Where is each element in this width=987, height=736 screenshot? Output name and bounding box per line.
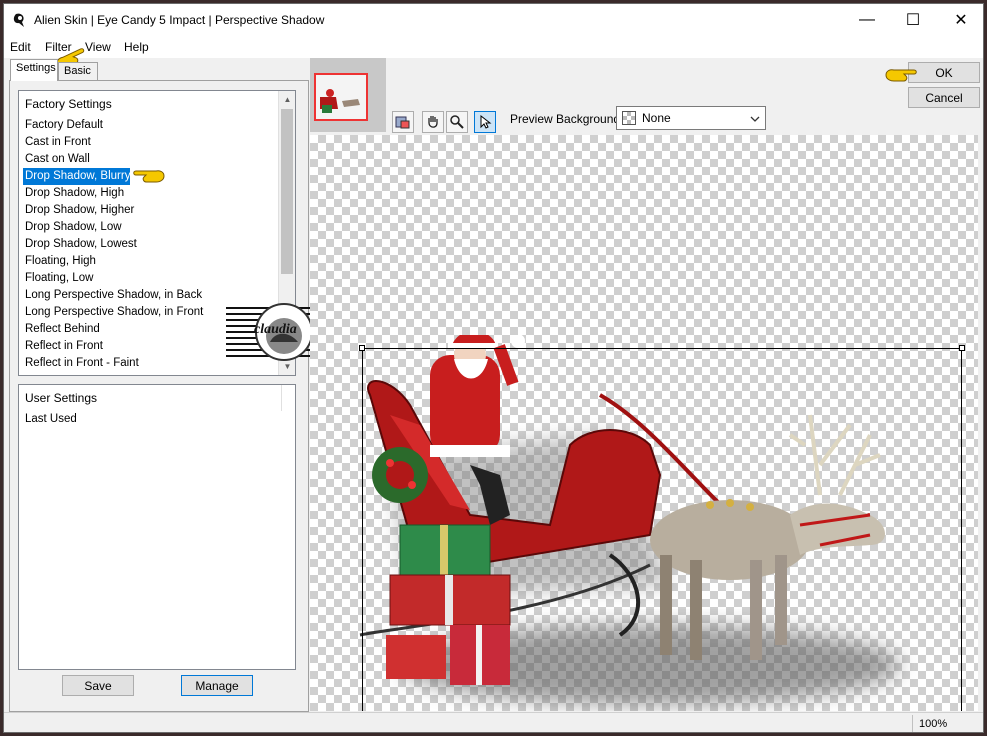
list-item-selected[interactable]: Drop Shadow, Blurry (23, 168, 131, 185)
menu-edit[interactable]: Edit (10, 40, 31, 54)
ok-button[interactable]: OK (908, 62, 980, 83)
user-settings-list[interactable]: User Settings Last Used (18, 384, 296, 670)
manage-button[interactable]: Manage (181, 675, 253, 696)
scroll-thumb[interactable] (281, 109, 293, 274)
list-item[interactable]: Reflect in Front - Faint (23, 355, 139, 372)
tab-settings[interactable]: Settings (10, 59, 58, 81)
zoom-tool-button[interactable] (446, 111, 468, 133)
pointer-tool-button[interactable] (474, 111, 496, 133)
list-item[interactable]: Floating, Low (23, 270, 93, 287)
list-item[interactable]: Long Perspective Shadow, in Back (23, 287, 202, 304)
selection-bounding-box[interactable] (359, 345, 965, 711)
navigator-tool-icon (395, 116, 410, 129)
app-icon (13, 13, 24, 27)
scroll-up-icon[interactable]: ▲ (279, 91, 296, 108)
chevron-down-icon (750, 116, 760, 122)
save-button[interactable]: Save (62, 675, 134, 696)
list-item[interactable]: Long Perspective Shadow, in Front (23, 304, 203, 321)
list-item[interactable]: Drop Shadow, Higher (23, 202, 134, 219)
list-item[interactable]: Drop Shadow, High (23, 185, 124, 202)
navigator-viewport[interactable] (314, 73, 368, 121)
background-swatch (622, 111, 636, 125)
preview-canvas[interactable] (310, 135, 978, 711)
close-icon: ✕ (954, 12, 968, 29)
user-settings-items: Last Used (23, 411, 279, 428)
maximize-icon: ☐ (905, 12, 921, 29)
resize-handle[interactable] (359, 345, 365, 351)
maximize-button[interactable]: ☐ (890, 4, 936, 36)
zoom-tool-icon (450, 115, 464, 129)
navigator-preview-image (316, 75, 366, 119)
cancel-button[interactable]: Cancel (908, 87, 980, 108)
yellow-hand-pointer-icon (133, 170, 165, 183)
list-item[interactable]: Floating, High (23, 253, 96, 270)
zoom-level: 100% (912, 715, 978, 732)
list-item[interactable]: Drop Shadow, Low (23, 219, 122, 236)
window-title: Alien Skin | Eye Candy 5 Impact | Perspe… (34, 13, 325, 27)
tab-basic[interactable]: Basic (58, 62, 98, 82)
list-item[interactable]: Reflect in Front (23, 338, 103, 355)
status-bar: 100% (4, 712, 983, 732)
app-window: Alien Skin | Eye Candy 5 Impact | Perspe… (3, 3, 984, 733)
preview-background-label: Preview Background: (510, 112, 624, 126)
watermark-text: claudia (254, 322, 297, 337)
list-item[interactable]: Cast in Front (23, 134, 91, 151)
menu-bar: Edit Filter View Help (4, 36, 983, 58)
factory-settings-header: Factory Settings (25, 97, 112, 111)
navigator-tool-button[interactable] (392, 111, 414, 133)
preview-background-value: None (642, 111, 671, 125)
minimize-icon: — (859, 11, 875, 28)
menu-help[interactable]: Help (124, 40, 149, 54)
list-item[interactable]: Reflect Behind (23, 321, 100, 338)
list-divider (281, 385, 282, 411)
list-item[interactable]: Last Used (23, 411, 77, 428)
pointer-tool-icon (480, 114, 492, 129)
minimize-button[interactable]: — (844, 4, 890, 36)
hand-tool-button[interactable] (422, 111, 444, 133)
list-item[interactable]: Cast on Wall (23, 151, 90, 168)
title-bar: Alien Skin | Eye Candy 5 Impact | Perspe… (4, 4, 983, 36)
preview-background-select[interactable]: None (616, 106, 766, 130)
user-settings-header: User Settings (25, 391, 98, 405)
navigator-thumbnail[interactable] (310, 58, 386, 132)
list-item[interactable]: Factory Default (23, 117, 103, 134)
menu-view[interactable]: View (85, 40, 111, 54)
list-item[interactable]: Drop Shadow, Lowest (23, 236, 137, 253)
yellow-hand-pointer-icon (885, 69, 917, 82)
hand-tool-icon (428, 116, 438, 128)
close-button[interactable]: ✕ (938, 4, 983, 36)
resize-handle[interactable] (959, 345, 965, 351)
